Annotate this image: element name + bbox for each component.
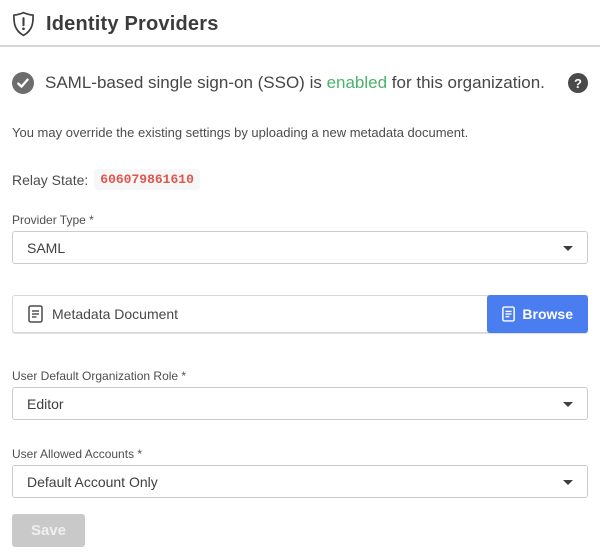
provider-type-group: Provider Type * SAML	[12, 213, 588, 264]
status-text-after: for this organization.	[387, 73, 545, 92]
org-role-label: User Default Organization Role *	[12, 369, 588, 383]
sso-status-row: SAML-based single sign-on (SSO) is enabl…	[12, 72, 588, 94]
file-document-icon	[28, 305, 43, 323]
identity-providers-page: Identity Providers SAML-based single sig…	[0, 0, 600, 552]
org-role-value: Editor	[27, 396, 64, 412]
allowed-accounts-value: Default Account Only	[27, 474, 158, 490]
status-enabled-highlight: enabled	[327, 73, 388, 92]
browse-button[interactable]: Browse	[487, 295, 588, 333]
caret-down-icon	[563, 246, 573, 251]
question-circle-icon[interactable]: ?	[568, 73, 588, 93]
header-divider	[0, 45, 600, 47]
provider-type-label: Provider Type *	[12, 213, 588, 227]
page-title: Identity Providers	[46, 13, 219, 36]
caret-down-icon	[563, 402, 573, 407]
provider-type-value: SAML	[27, 240, 65, 256]
save-button[interactable]: Save	[12, 514, 85, 547]
override-description: You may override the existing settings b…	[12, 125, 588, 140]
file-document-icon	[502, 306, 515, 322]
metadata-document-label: Metadata Document	[52, 306, 178, 322]
allowed-accounts-group: User Allowed Accounts * Default Account …	[12, 447, 588, 498]
browse-button-label: Browse	[522, 306, 573, 322]
sso-status-text: SAML-based single sign-on (SSO) is enabl…	[45, 73, 545, 93]
status-text-before: SAML-based single sign-on (SSO) is	[45, 73, 327, 92]
org-role-group: User Default Organization Role * Editor	[12, 369, 588, 420]
provider-type-select[interactable]: SAML	[12, 231, 588, 264]
relay-state-label: Relay State:	[12, 172, 88, 188]
metadata-document-input[interactable]: Metadata Document Browse	[12, 295, 588, 333]
caret-down-icon	[563, 480, 573, 485]
page-header: Identity Providers	[12, 0, 588, 37]
relay-state-value: 606079861610	[94, 169, 200, 190]
shield-exclamation-icon	[12, 11, 35, 37]
check-circle-icon	[12, 72, 34, 94]
org-role-select[interactable]: Editor	[12, 387, 588, 420]
allowed-accounts-label: User Allowed Accounts *	[12, 447, 588, 461]
relay-state-row: Relay State: 606079861610	[12, 169, 588, 190]
allowed-accounts-select[interactable]: Default Account Only	[12, 465, 588, 498]
